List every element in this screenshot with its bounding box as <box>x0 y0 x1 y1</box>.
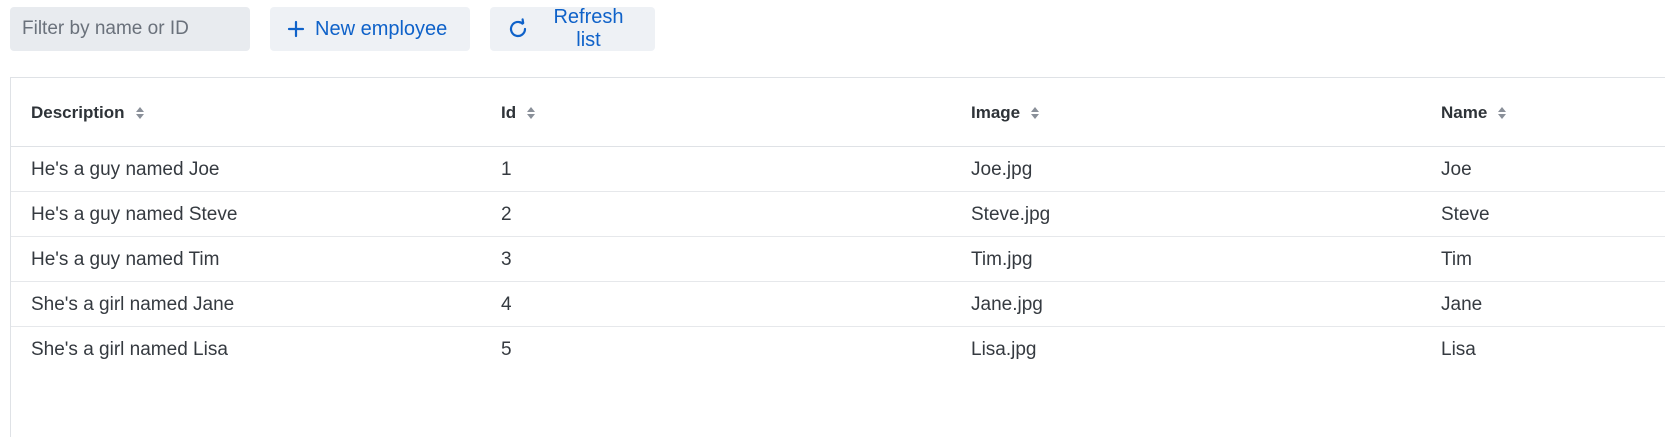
new-employee-button[interactable]: New employee <box>270 7 470 51</box>
column-header-label: Name <box>1441 102 1488 122</box>
cell-name: Lisa <box>1441 339 1476 360</box>
column-header-label: Description <box>31 102 125 122</box>
cell-image: Lisa.jpg <box>971 339 1037 360</box>
cell-id: 2 <box>501 204 512 225</box>
refresh-list-button[interactable]: Refresh list <box>490 6 655 51</box>
cell-description: He's a guy named Joe <box>31 159 220 180</box>
sort-icon[interactable] <box>1030 106 1040 120</box>
cell-image: Tim.jpg <box>971 249 1033 270</box>
cell-description: She's a girl named Lisa <box>31 339 228 360</box>
cell-image: Joe.jpg <box>971 159 1033 180</box>
table-row[interactable]: She's a girl named Jane 4 Jane.jpg Jane <box>11 282 1665 327</box>
table-row[interactable]: He's a guy named Steve 2 Steve.jpg Steve <box>11 192 1665 237</box>
column-header-description[interactable]: Description <box>31 78 145 147</box>
new-employee-label: New employee <box>315 17 448 40</box>
cell-description: He's a guy named Tim <box>31 249 220 270</box>
filter-input[interactable] <box>10 7 250 51</box>
table-row[interactable]: He's a guy named Tim 3 Tim.jpg Tim <box>11 237 1665 282</box>
sort-icon[interactable] <box>1497 106 1507 120</box>
cell-image: Steve.jpg <box>971 204 1051 225</box>
cell-id: 5 <box>501 339 512 360</box>
column-header-label: Image <box>971 102 1021 122</box>
cell-id: 4 <box>501 294 512 315</box>
table-row[interactable]: He's a guy named Joe 1 Joe.jpg Joe <box>11 147 1665 192</box>
cell-id: 3 <box>501 249 512 270</box>
sort-icon[interactable] <box>135 106 145 120</box>
refresh-list-label: Refresh list <box>553 6 624 51</box>
column-header-label: Id <box>501 102 517 122</box>
cell-name: Steve <box>1441 204 1490 225</box>
employee-table: Description Id Image Name He's a guy nam… <box>10 77 1665 437</box>
column-header-image[interactable]: Image <box>971 78 1040 147</box>
cell-description: She's a girl named Jane <box>31 294 235 315</box>
cell-name: Jane <box>1441 294 1483 315</box>
cell-description: He's a guy named Steve <box>31 204 238 225</box>
cell-name: Tim <box>1441 249 1472 270</box>
cell-image: Jane.jpg <box>971 294 1043 315</box>
refresh-icon <box>507 18 529 40</box>
column-header-name[interactable]: Name <box>1441 78 1507 147</box>
column-header-id[interactable]: Id <box>501 78 536 147</box>
cell-id: 1 <box>501 159 512 180</box>
toolbar: New employee Refresh list <box>10 6 655 51</box>
table-header: Description Id Image Name <box>11 78 1665 147</box>
sort-icon[interactable] <box>526 106 536 120</box>
table-row[interactable]: She's a girl named Lisa 5 Lisa.jpg Lisa <box>11 327 1665 372</box>
cell-name: Joe <box>1441 159 1472 180</box>
plus-icon <box>287 20 305 38</box>
